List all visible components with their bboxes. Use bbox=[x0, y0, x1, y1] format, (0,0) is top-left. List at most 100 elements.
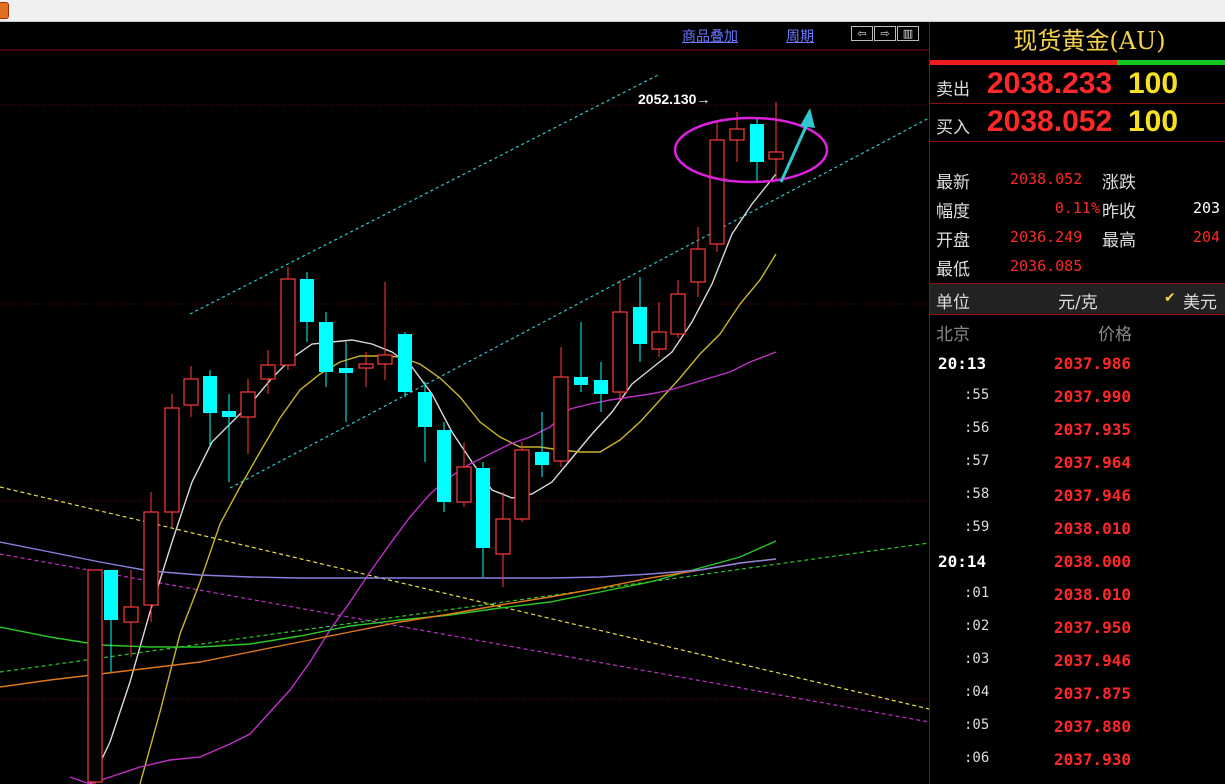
candle-body bbox=[594, 380, 608, 394]
tick-row: :57 2037.964 bbox=[930, 448, 1225, 481]
info-row-latest: 最新 2038.052 涨跌 bbox=[930, 165, 1225, 194]
tick-time: :04 bbox=[964, 684, 990, 700]
long-trend-yellow-dashed bbox=[0, 486, 929, 710]
candle-up bbox=[183, 366, 199, 417]
candle-up bbox=[553, 347, 569, 467]
candle-up bbox=[495, 492, 511, 587]
candle-body bbox=[222, 411, 236, 417]
candle-body bbox=[203, 376, 217, 413]
prev-close-label: 昨收 bbox=[1102, 202, 1136, 222]
toggle-panel-button[interactable]: ▥ bbox=[897, 26, 919, 41]
tick-price: 2037.964 bbox=[1054, 453, 1132, 472]
amplitude-label: 幅度 bbox=[936, 202, 970, 222]
buy-price: 2038.052 bbox=[987, 105, 1113, 138]
sell-pressure-bar bbox=[930, 60, 1117, 65]
buy-quote-row[interactable]: 买入 2038.052 100 bbox=[930, 104, 1225, 142]
candle-down bbox=[574, 322, 588, 392]
candle-body bbox=[535, 452, 549, 465]
candle-body bbox=[123, 606, 139, 623]
buy-pressure-bar bbox=[1117, 60, 1225, 65]
channel-upper-line bbox=[189, 73, 661, 315]
candle-body bbox=[476, 468, 490, 548]
sell-quote-row[interactable]: 卖出 2038.233 100 bbox=[930, 66, 1225, 104]
app-icon[interactable] bbox=[0, 2, 9, 19]
tick-row: :58 2037.946 bbox=[930, 481, 1225, 514]
candle-body bbox=[398, 334, 412, 392]
latest-label: 最新 bbox=[936, 173, 970, 193]
tick-price: 2037.946 bbox=[1054, 651, 1132, 670]
candle-body bbox=[260, 364, 276, 380]
candle-body bbox=[709, 139, 725, 245]
tick-price: 2037.930 bbox=[1054, 750, 1132, 769]
candle-down bbox=[594, 362, 608, 412]
tick-time: :57 bbox=[964, 453, 990, 469]
chart-nav-buttons: ⇦ ⇨ ▥ bbox=[851, 26, 919, 41]
candle-body bbox=[164, 407, 180, 513]
candle-down bbox=[633, 277, 647, 362]
candle-body bbox=[651, 331, 667, 350]
sell-volume: 100 bbox=[1128, 67, 1179, 100]
candle-body bbox=[143, 511, 159, 606]
candle-body bbox=[339, 368, 353, 373]
checkmark-icon: ✔ bbox=[1164, 290, 1176, 306]
candle-down bbox=[203, 370, 217, 447]
tick-time: :02 bbox=[964, 618, 990, 634]
candle-body bbox=[729, 128, 745, 141]
candle-down bbox=[418, 382, 432, 462]
candle-body bbox=[280, 278, 296, 366]
buy-volume: 100 bbox=[1128, 105, 1179, 138]
quote-info-table: 最新 2038.052 涨跌 幅度 0.11% 昨收 203 开盘 2036.2… bbox=[930, 165, 1225, 284]
info-row-low: 最低 2036.085 bbox=[930, 252, 1225, 281]
tick-price: 2037.935 bbox=[1054, 420, 1132, 439]
scroll-right-button[interactable]: ⇨ bbox=[874, 26, 896, 41]
open-value: 2036.249 bbox=[1010, 228, 1083, 246]
long-trend-magenta-dashed bbox=[0, 553, 929, 723]
tick-row: :06 2037.930 bbox=[930, 745, 1225, 778]
candle-body bbox=[633, 307, 647, 344]
tick-price: 2038.000 bbox=[1054, 552, 1132, 571]
candle-up bbox=[260, 350, 276, 394]
moving-averages bbox=[0, 173, 777, 784]
high-label: 最高 bbox=[1102, 231, 1136, 251]
tick-time: 20:14 bbox=[938, 552, 987, 571]
tick-row: :05 2037.880 bbox=[930, 712, 1225, 745]
tick-time: 20:13 bbox=[938, 354, 987, 373]
buy-label: 买入 bbox=[936, 118, 970, 138]
sell-price: 2038.233 bbox=[987, 67, 1113, 100]
currency-option[interactable]: 美元 bbox=[1183, 288, 1217, 313]
candle-down bbox=[319, 312, 333, 387]
candle-up bbox=[358, 352, 374, 387]
candle-body bbox=[456, 466, 472, 503]
candle-body bbox=[300, 279, 314, 322]
tick-price: 2038.010 bbox=[1054, 519, 1132, 538]
change-label: 涨跌 bbox=[1102, 173, 1136, 193]
candle-up bbox=[651, 302, 667, 357]
tick-price: 2038.010 bbox=[1054, 585, 1132, 604]
candle-body bbox=[553, 376, 569, 462]
candle-down bbox=[300, 272, 314, 342]
low-value: 2036.085 bbox=[1010, 257, 1083, 275]
overlay-commodity-link[interactable]: 商品叠加 bbox=[682, 26, 738, 46]
kline-chart[interactable]: 2052.130→ 商品叠加 周期 ⇦ ⇨ ▥ bbox=[0, 22, 930, 784]
high-annotation: 2052.130→ bbox=[638, 91, 710, 107]
candle-body bbox=[87, 569, 103, 783]
candle-down bbox=[535, 412, 549, 477]
candle-up bbox=[514, 442, 530, 522]
candle-body bbox=[319, 322, 333, 372]
tick-time: :58 bbox=[964, 486, 990, 502]
unit-selector[interactable]: 元/克 bbox=[1058, 288, 1098, 313]
candle-body bbox=[104, 570, 118, 620]
tick-price: 2037.875 bbox=[1054, 684, 1132, 703]
window-title-bar bbox=[0, 0, 1225, 22]
candle-body bbox=[690, 248, 706, 283]
tick-row: 20:13 2037.986 bbox=[930, 349, 1225, 382]
tick-time: :01 bbox=[964, 585, 990, 601]
channel-lower-line bbox=[229, 117, 929, 489]
period-link[interactable]: 周期 bbox=[786, 26, 814, 46]
ticks-price-label: 价格 bbox=[1098, 325, 1132, 345]
tick-time: :56 bbox=[964, 420, 990, 436]
candle-up bbox=[612, 280, 628, 402]
scroll-left-button[interactable]: ⇦ bbox=[851, 26, 873, 41]
unit-label: 单位 bbox=[936, 293, 970, 313]
tick-row: :01 2038.010 bbox=[930, 580, 1225, 613]
